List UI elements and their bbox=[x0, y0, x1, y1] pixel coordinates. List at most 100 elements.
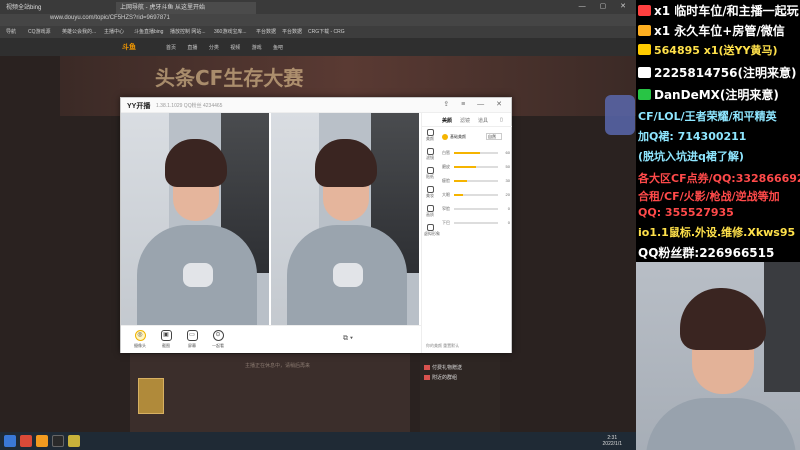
overlay-line: x1 临时车位/和主播一起玩 bbox=[638, 2, 799, 19]
camera-button[interactable]: ◎ 摄像头 bbox=[129, 330, 151, 349]
bookmark-item[interactable]: 平台数据 bbox=[256, 28, 276, 35]
start-icon[interactable] bbox=[4, 435, 16, 447]
gift-card[interactable] bbox=[138, 378, 164, 414]
beauty-slider[interactable]: 大眼 20 bbox=[442, 191, 510, 199]
side-icon-makeup[interactable]: 美妆 bbox=[424, 186, 436, 199]
slider-track[interactable] bbox=[454, 194, 498, 196]
list-item[interactable]: 付费礼物赠送 bbox=[424, 364, 462, 371]
panel-toggle-icon[interactable]: ▯ bbox=[500, 117, 503, 123]
filter-icon bbox=[426, 148, 434, 155]
beauty-tabs: 美颜 滤镜 道具 ▯ bbox=[422, 113, 512, 127]
overlay-text: QQ: 355527935 bbox=[638, 206, 734, 219]
overlay-text: 合租/CF/火影/枪战/逆战等加 bbox=[638, 190, 780, 203]
slider-label: 下巴 bbox=[442, 220, 450, 225]
yy-titlebar[interactable]: YY开播 1.38.1.1029 QQ粉丝 4234465 ⇪ ≡ — ✕ bbox=[121, 98, 511, 113]
camera-preview-left bbox=[121, 113, 269, 325]
screen-button[interactable]: ▭ 屏幕 bbox=[181, 330, 203, 349]
bookmark-item[interactable]: 导航 bbox=[6, 28, 16, 35]
beauty-panel: 美颜 滤镜 道具 ▯ 美颜 滤镜 贴纸 美妆 画质 虚拟形象 基础美颜 自然 白… bbox=[421, 113, 512, 353]
beauty-footer[interactable]: 你的美颜 重置默认 bbox=[426, 343, 459, 349]
nav-item[interactable]: 首页 bbox=[166, 45, 176, 51]
screenshot-button[interactable]: ▣ 截图 bbox=[155, 330, 177, 349]
overlay-text: 各大区CF点券/QQ:3328666928 bbox=[638, 172, 800, 185]
address-text[interactable]: www.douyu.com/topic/CF5HZS?rid=9697871 bbox=[50, 15, 170, 21]
tab-bar: 视频全站bing 上网导航 - 虎牙斗鱼 从这里开始 — ▢ ✕ bbox=[0, 0, 636, 14]
side-icon-beauty[interactable]: 美颜 bbox=[424, 129, 436, 142]
bookmark-item[interactable]: 播放控制 网站... bbox=[170, 28, 206, 35]
beauty-toggle[interactable] bbox=[442, 134, 448, 140]
taskbar-app-icon[interactable] bbox=[68, 435, 80, 447]
nav-item[interactable]: 分类 bbox=[209, 45, 219, 51]
screenshot-label: 截图 bbox=[162, 343, 170, 348]
slider-value: 0 bbox=[507, 220, 510, 225]
bookmark-item[interactable]: 平台数据 bbox=[282, 28, 302, 35]
camera-label: 摄像头 bbox=[134, 343, 146, 348]
site-logo[interactable]: 斗鱼 bbox=[122, 42, 136, 52]
window-controls[interactable]: — ▢ ✕ bbox=[579, 2, 632, 10]
watch-together-icon: ⊙ bbox=[212, 330, 224, 341]
taskbar-app-icon[interactable] bbox=[52, 435, 64, 447]
tab-1[interactable]: 视频全站bing bbox=[2, 2, 98, 14]
person-hair bbox=[680, 288, 766, 350]
overlay-line: io1.1鼠标.外设.维修.Xkws95 bbox=[638, 224, 795, 240]
beauty-slider[interactable]: 窄脸 0 bbox=[442, 205, 510, 213]
taskbar-clock[interactable]: 2:31 2022/1/1 bbox=[603, 435, 622, 447]
side-icon-filter[interactable]: 滤镜 bbox=[424, 148, 436, 161]
beauty-slider[interactable]: 瘦脸 30 bbox=[442, 177, 510, 185]
taskbar-app-icon[interactable] bbox=[36, 435, 48, 447]
address-bar[interactable]: www.douyu.com/topic/CF5HZS?rid=9697871 bbox=[0, 14, 636, 26]
beauty-slider[interactable]: 下巴 0 bbox=[442, 219, 510, 227]
beauty-mode-select[interactable]: 自然 bbox=[486, 133, 502, 140]
tab-2[interactable]: 上网导航 - 虎牙斗鱼 从这里开始 bbox=[116, 2, 256, 14]
side-icon-avatar[interactable]: 虚拟形象 bbox=[424, 224, 440, 237]
screen-label: 屏幕 bbox=[188, 343, 196, 348]
slider-label: 磨皮 bbox=[442, 164, 450, 169]
tab-beauty[interactable]: 美颜 bbox=[442, 117, 452, 124]
nav-item[interactable]: 游戏 bbox=[252, 45, 262, 51]
slider-track[interactable] bbox=[454, 166, 498, 168]
site-nav[interactable]: 首页 直播 分类 视频 游戏 鱼吧 bbox=[166, 44, 283, 51]
taskbar-app-icon[interactable] bbox=[20, 435, 32, 447]
stream-overlay: x1 临时车位/和主播一起玩 x1 永久车位+房管/微信 564895 x1(送YY… bbox=[636, 0, 800, 450]
screen-icon: ▭ bbox=[186, 330, 198, 341]
qq-icon bbox=[638, 67, 651, 78]
overlay-line: (脱坑入坑进q裙了解) bbox=[638, 148, 744, 164]
overlay-text: x1 临时车位/和主播一起玩 bbox=[654, 4, 799, 18]
side-icon-quality[interactable]: 画质 bbox=[424, 205, 436, 218]
bookmark-item[interactable]: 斗鱼直播bing bbox=[134, 28, 163, 35]
side-icon-sticker[interactable]: 贴纸 bbox=[424, 167, 436, 180]
bookmark-item[interactable]: CQ游戏源 bbox=[28, 28, 51, 35]
overlay-text: QQ粉丝群:226966515 bbox=[638, 246, 775, 260]
slider-track[interactable] bbox=[454, 222, 498, 224]
slider-track[interactable] bbox=[454, 180, 498, 182]
person-shirt bbox=[646, 398, 796, 450]
nav-item[interactable]: 鱼吧 bbox=[273, 45, 283, 51]
nav-item[interactable]: 直播 bbox=[187, 45, 197, 51]
yy-icon bbox=[638, 44, 651, 55]
slider-track[interactable] bbox=[454, 208, 498, 210]
nav-item[interactable]: 视频 bbox=[230, 45, 240, 51]
bookmark-item[interactable]: 英雄公会我的... bbox=[62, 28, 96, 35]
list-item[interactable]: 附近的群组 bbox=[424, 374, 457, 381]
beauty-slider[interactable]: 磨皮 50 bbox=[442, 163, 510, 171]
camera-icon: ◎ bbox=[134, 330, 146, 341]
overlay-text: 564895 x1(送YY黄马) bbox=[654, 44, 778, 57]
tab-props[interactable]: 道具 bbox=[478, 117, 488, 124]
share-icon[interactable]: ⧉ ▾ bbox=[343, 335, 353, 343]
bookmark-item[interactable]: 主播中心 bbox=[104, 28, 124, 35]
slider-label: 窄脸 bbox=[442, 206, 450, 211]
beauty-side-icons: 美颜 滤镜 贴纸 美妆 画质 虚拟形象 bbox=[424, 129, 440, 243]
beauty-slider[interactable]: 白皙 60 bbox=[442, 149, 510, 157]
yy-window-controls[interactable]: ⇪ ≡ — ✕ bbox=[443, 100, 507, 108]
avatar-icon bbox=[426, 224, 434, 231]
yy-toolbar: ◎ 摄像头 ▣ 截图 ▭ 屏幕 ⊙ 一起看 bbox=[121, 325, 421, 353]
watch-together-button[interactable]: ⊙ 一起看 bbox=[207, 330, 229, 349]
tab-filter[interactable]: 滤镜 bbox=[460, 117, 470, 124]
overlay-line: 合租/CF/火影/枪战/逆战等加 bbox=[638, 188, 780, 204]
overlay-line: QQ: 355527935 bbox=[638, 206, 734, 219]
bookmark-item[interactable]: 360游戏宝库... bbox=[214, 28, 247, 35]
slider-track[interactable] bbox=[454, 152, 498, 154]
bookmark-item[interactable]: CRG下载 - CRG bbox=[308, 28, 345, 35]
shirt-print bbox=[183, 263, 213, 287]
slider-fill bbox=[454, 180, 468, 182]
